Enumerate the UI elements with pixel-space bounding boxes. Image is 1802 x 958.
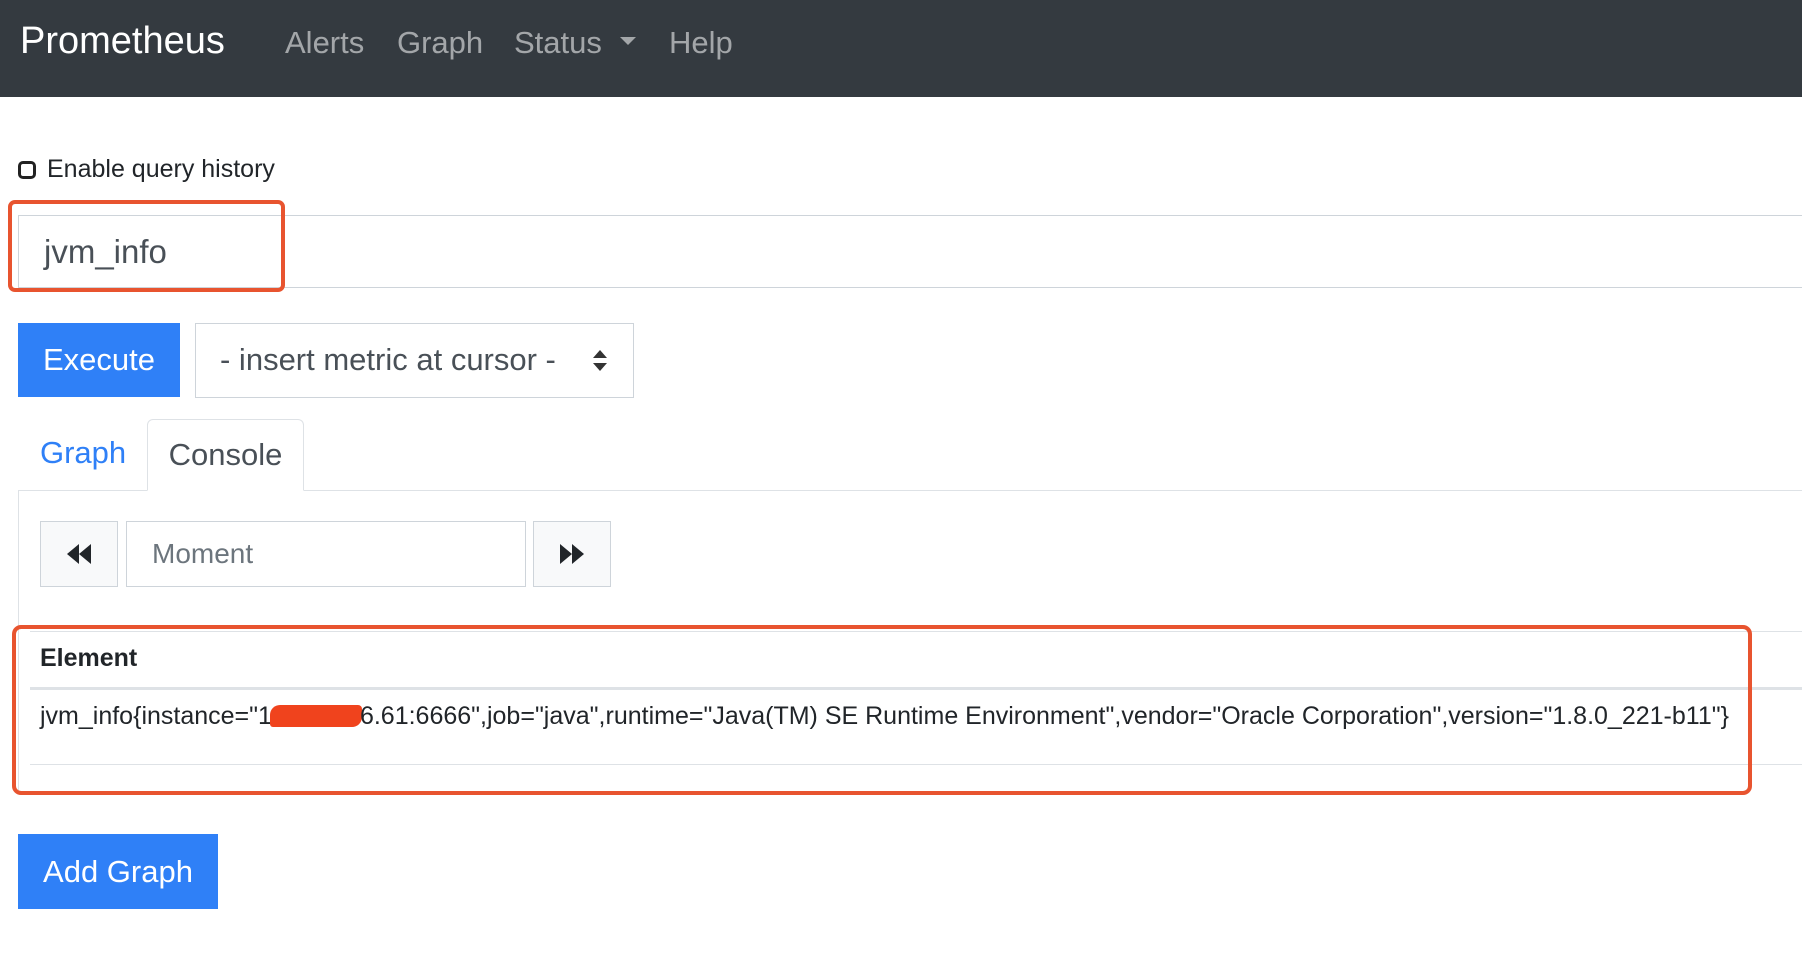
- nav-status-dropdown[interactable]: Status: [514, 22, 602, 64]
- execute-button[interactable]: Execute: [18, 323, 180, 397]
- moment-input[interactable]: Moment: [126, 521, 526, 587]
- highlight-box-expression: [8, 200, 285, 292]
- chevron-down-icon[interactable]: [620, 37, 636, 45]
- forward-icon: [560, 544, 584, 564]
- highlight-box-result: [12, 625, 1752, 795]
- metric-select-value: - insert metric at cursor -: [220, 342, 556, 377]
- time-forward-button[interactable]: [533, 521, 611, 587]
- backward-icon: [67, 544, 91, 564]
- time-back-button[interactable]: [40, 521, 118, 587]
- insert-metric-select[interactable]: - insert metric at cursor -: [195, 323, 634, 398]
- query-history-checkbox[interactable]: [18, 160, 36, 179]
- nav-help[interactable]: Help: [669, 22, 733, 64]
- select-arrows-icon: [593, 350, 607, 372]
- add-graph-button[interactable]: Add Graph: [18, 834, 218, 909]
- tab-graph[interactable]: Graph: [40, 435, 126, 471]
- query-history-toggle[interactable]: Enable query history: [18, 155, 275, 184]
- nav-alerts[interactable]: Alerts: [285, 22, 364, 64]
- query-history-label[interactable]: Enable query history: [47, 155, 275, 184]
- moment-placeholder: Moment: [152, 538, 254, 569]
- expression-input[interactable]: jvm_info: [18, 215, 1802, 288]
- brand-link[interactable]: Prometheus: [20, 18, 225, 64]
- top-navbar: Prometheus Alerts Graph Status Help: [0, 0, 1802, 97]
- nav-graph[interactable]: Graph: [397, 22, 483, 64]
- tab-console[interactable]: Console: [147, 419, 304, 491]
